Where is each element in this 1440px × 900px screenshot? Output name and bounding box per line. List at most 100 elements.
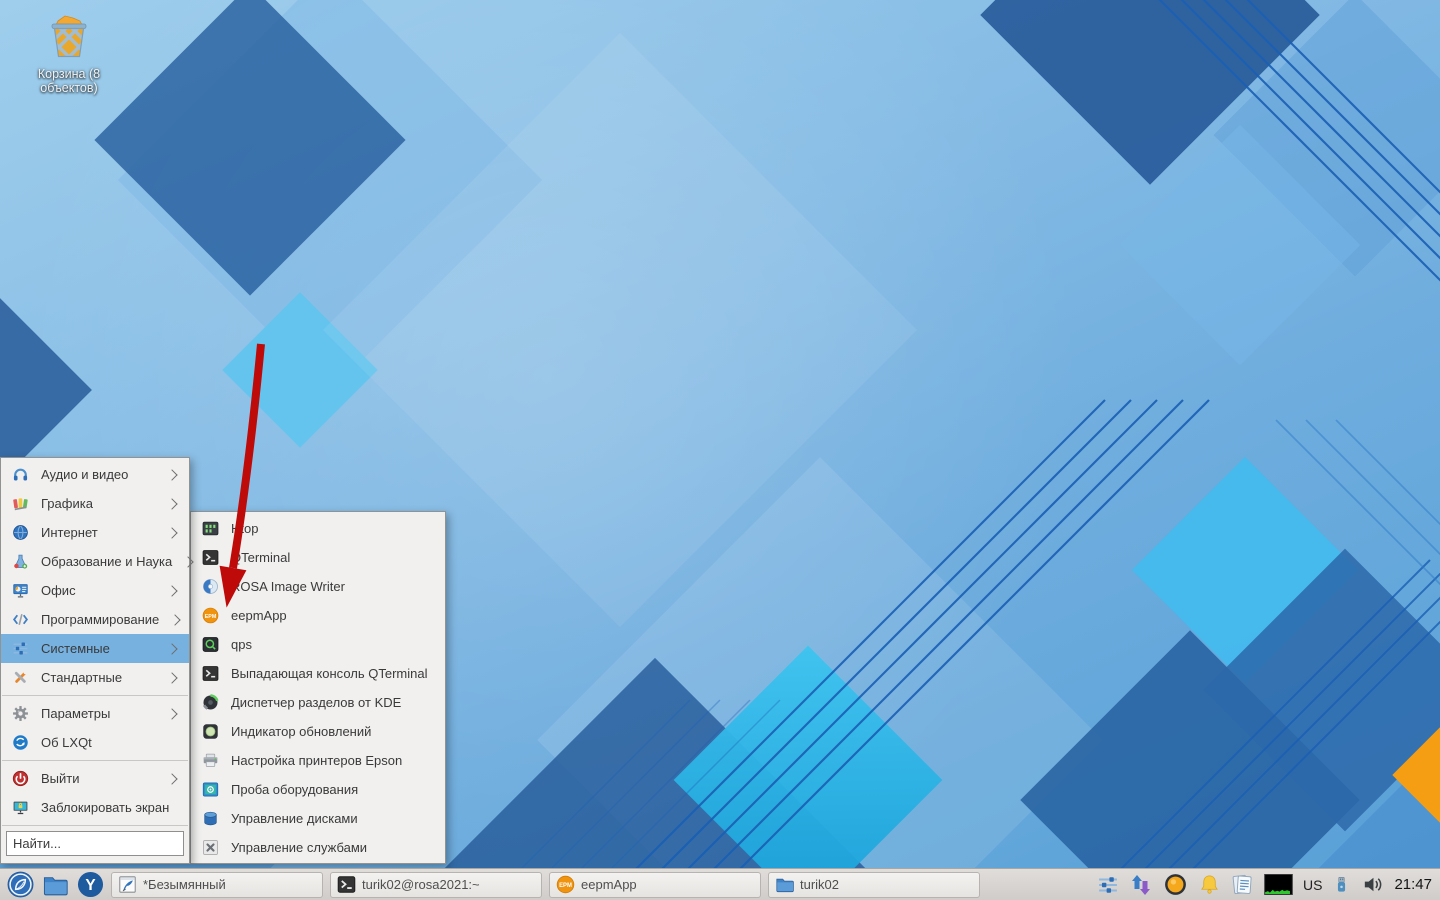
clock[interactable]: 21:47 (1394, 876, 1432, 893)
chevron-right-icon (166, 671, 178, 684)
globe-icon (12, 524, 29, 541)
science-flask-icon (12, 553, 29, 570)
menu-search-input[interactable] (6, 831, 184, 856)
volume-icon[interactable] (1361, 873, 1384, 896)
start-menu-button[interactable] (6, 871, 34, 899)
tools-icon (12, 669, 29, 686)
update-notifier-icon[interactable] (1163, 872, 1188, 897)
submenu-item-label: Проба оборудования (231, 782, 359, 797)
menu-item-label: Интернет (41, 525, 98, 540)
submenu-item-label: Htop (231, 521, 259, 536)
menu-item-lock-screen[interactable]: Заблокировать экран (1, 793, 189, 822)
submenu-item-rosa-image-writer[interactable]: ROSA Image Writer (191, 572, 445, 601)
submenu-item-update-indicator[interactable]: Индикатор обновлений (191, 717, 445, 746)
eepm-icon (202, 607, 219, 624)
menu-item-label: Графика (41, 496, 93, 511)
yandex-browser-launcher[interactable] (76, 871, 104, 899)
menu-item-education-science[interactable]: Образование и Наука (1, 547, 194, 576)
menu-item-about-lxqt[interactable]: Об LXQt (1, 728, 189, 757)
menu-item-label: Офис (41, 583, 76, 598)
qps-icon (202, 636, 219, 653)
menu-item-office[interactable]: Офис (1, 576, 189, 605)
rosa-menu-icon (7, 871, 34, 898)
chevron-right-icon (166, 497, 178, 510)
submenu-item-eepmapp[interactable]: eepmApp (191, 601, 445, 630)
submenu-item-label: Диспетчер разделов от KDE (231, 695, 402, 710)
task-eepmapp[interactable]: eepmApp (549, 871, 761, 898)
menu-item-preferences[interactable]: Параметры (1, 699, 189, 728)
headphones-icon (12, 466, 29, 483)
menu-item-graphics[interactable]: Графика (1, 489, 189, 518)
task-featherpad[interactable]: *Безымянный (111, 871, 323, 898)
power-icon (12, 770, 29, 787)
submenu-item-label: Выпадающая консоль QTerminal (231, 666, 428, 681)
task-qterminal[interactable]: turik02@rosa2021:~ (330, 871, 542, 898)
wallpaper-shape (0, 298, 92, 482)
desktop: EPM (0, 0, 1440, 900)
terminal-icon (202, 665, 219, 682)
submenu-item-qterminal[interactable]: QTerminal (191, 543, 445, 572)
mixer-sliders-icon[interactable] (1097, 874, 1119, 896)
menu-separator (2, 760, 188, 761)
network-traffic-icon[interactable] (1129, 873, 1153, 897)
clipboard-icon[interactable] (1231, 873, 1254, 896)
submenu-item-label: ROSA Image Writer (231, 579, 345, 594)
submenu-item-label: Управление дисками (231, 811, 358, 826)
system-tray: US 21:47 (1097, 872, 1434, 897)
menu-item-label: Системные (41, 641, 110, 656)
submenu-item-hardware-probe[interactable]: Проба оборудования (191, 775, 445, 804)
terminal-icon (202, 549, 219, 566)
system-monitor-icon[interactable] (1264, 874, 1293, 895)
folder-icon (775, 875, 794, 894)
submenu-item-services[interactable]: Управление службами (191, 833, 445, 862)
submenu-item-label: QTerminal (231, 550, 291, 565)
submenu-item-qterminal-drop[interactable]: Выпадающая консоль QTerminal (191, 659, 445, 688)
keyboard-layout[interactable]: US (1303, 877, 1322, 893)
yandex-browser-icon (77, 871, 104, 898)
menu-item-label: Стандартные (41, 670, 123, 685)
file-manager-launcher[interactable] (41, 871, 69, 899)
hardware-probe-icon (202, 781, 219, 798)
update-indicator-icon (202, 723, 219, 740)
task-label: turik02@rosa2021:~ (362, 877, 480, 892)
menu-item-label: Параметры (41, 706, 111, 721)
menu-item-audio-video[interactable]: Аудио и видео (1, 460, 189, 489)
chevron-right-icon (169, 613, 181, 626)
chevron-right-icon (166, 772, 178, 785)
menu-item-label: Аудио и видео (41, 467, 129, 482)
partition-manager-icon (202, 694, 219, 711)
submenu-item-htop[interactable]: Htop (191, 514, 445, 543)
app-menu: Аудио и видео Графика Интернет Образован… (0, 457, 194, 864)
chevron-right-icon (166, 707, 178, 720)
trash-desktop-icon[interactable]: Корзина (8 объектов) (14, 12, 124, 96)
trash-basket-icon (51, 15, 87, 58)
file-manager-icon (42, 872, 68, 898)
submenu-item-qps[interactable]: qps (191, 630, 445, 659)
menu-item-accessories[interactable]: Стандартные (1, 663, 189, 692)
usb-device-icon[interactable] (1332, 875, 1351, 894)
task-file-manager[interactable]: turik02 (768, 871, 980, 898)
menu-item-leave[interactable]: Выйти (1, 764, 189, 793)
htop-icon (202, 520, 219, 537)
submenu-item-label: Индикатор обновлений (231, 724, 372, 739)
gear-icon (12, 705, 29, 722)
services-icon (202, 839, 219, 856)
system-submenu: Htop QTerminal ROSA Image Writer eepmApp… (190, 511, 446, 864)
chevron-right-icon (166, 526, 178, 539)
submenu-item-partition-manager[interactable]: Диспетчер разделов от KDE (191, 688, 445, 717)
lock-screen-icon (12, 799, 29, 816)
menu-item-system[interactable]: Системные (1, 634, 189, 663)
submenu-item-disks[interactable]: Управление дисками (191, 804, 445, 833)
eepm-icon (556, 875, 575, 894)
menu-separator (2, 825, 188, 826)
trash-label: Корзина (8 объектов) (37, 67, 101, 96)
menu-item-internet[interactable]: Интернет (1, 518, 189, 547)
presentation-icon (12, 582, 29, 599)
menu-item-programming[interactable]: Программирование (1, 605, 189, 634)
task-label: eepmApp (581, 877, 637, 892)
notifications-bell-icon[interactable] (1198, 873, 1221, 896)
featherpad-icon (118, 875, 137, 894)
submenu-item-epson-printers[interactable]: Настройка принтеров Epson (191, 746, 445, 775)
chevron-right-icon (166, 468, 178, 481)
chevron-right-icon (166, 584, 178, 597)
